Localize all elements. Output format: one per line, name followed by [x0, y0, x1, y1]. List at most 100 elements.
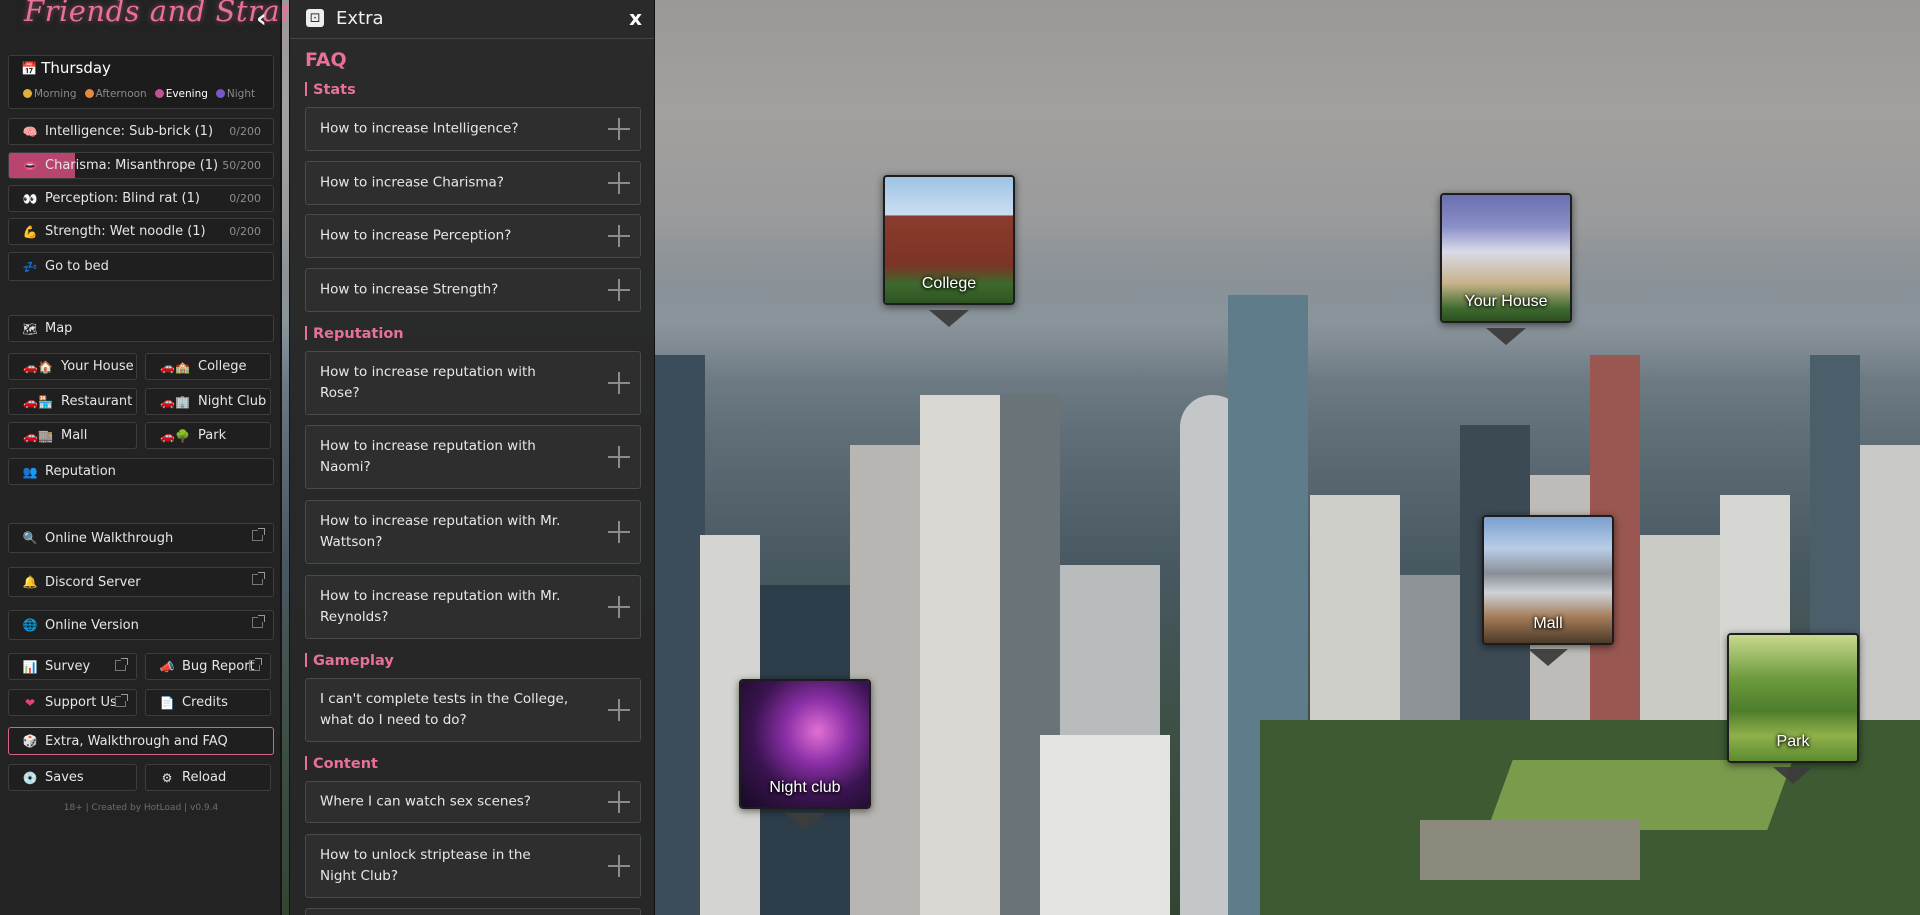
stat-label: Charisma: Misanthrope (1) — [45, 158, 219, 173]
expand-plus-icon[interactable] — [608, 279, 630, 301]
external-link-icon — [115, 694, 128, 707]
go-night-club-button[interactable]: 🚗🏢 Night Club — [145, 388, 271, 415]
location-card-college[interactable]: College — [883, 175, 1015, 305]
stat-label: Strength: Wet noodle (1) — [45, 224, 206, 239]
stat-perception[interactable]: 👀 Perception: Blind rat (1) 0/200 — [8, 185, 274, 212]
faq-item[interactable]: How to increase Perception? — [305, 214, 641, 258]
location-card-your-house[interactable]: Your House — [1440, 193, 1572, 323]
faq-item[interactable]: How to increase reputation with Rose? — [305, 351, 641, 415]
sleep-icon: 💤 — [22, 259, 38, 274]
stat-intelligence[interactable]: 🧠 Intelligence: Sub-brick (1) 0/200 — [8, 118, 274, 145]
credits-label: Credits — [182, 695, 228, 710]
magnifier-icon: 🔍 — [22, 531, 38, 545]
expand-plus-icon[interactable] — [608, 118, 630, 140]
section-content: Content — [305, 756, 378, 772]
location-card-park[interactable]: Park — [1727, 633, 1859, 763]
faq-item[interactable]: How to increase reputation with Naomi? — [305, 425, 641, 489]
stat-value: 50/200 — [222, 159, 261, 172]
game-title: Friends and Strangers — [24, 0, 366, 28]
go-park-button[interactable]: 🚗🌳 Park — [145, 422, 271, 449]
close-icon[interactable]: x — [629, 6, 642, 30]
location-label: Night Club — [198, 394, 267, 409]
dice-icon: ⚀ — [306, 9, 324, 27]
saves-label: Saves — [45, 770, 84, 785]
dice-icon: 🎲 — [22, 734, 38, 748]
online-walkthrough-link[interactable]: 🔍 Online Walkthrough — [8, 523, 274, 553]
expand-plus-icon[interactable] — [608, 172, 630, 194]
expand-plus-icon[interactable] — [608, 521, 630, 543]
faq-item[interactable]: How to increase reputation with Mr. Watt… — [305, 500, 641, 564]
day-label: Thursday — [41, 59, 111, 77]
support-us-label: Support Us — [45, 695, 117, 710]
expand-plus-icon[interactable] — [608, 225, 630, 247]
faq-item[interactable]: I can't complete tests in the College, w… — [305, 678, 641, 742]
location-label: Restaurant — [61, 394, 133, 409]
bug-report-link[interactable]: 📣 Bug Report — [145, 653, 271, 680]
faq-item[interactable]: How to increase Charisma? — [305, 161, 641, 205]
faq-item[interactable]: How to increase reputation with Mr. Reyn… — [305, 575, 641, 639]
faq-item[interactable]: Where I can watch sex scenes? — [305, 781, 641, 823]
expand-plus-icon[interactable] — [608, 596, 630, 618]
online-version-link[interactable]: 🌐 Online Version — [8, 610, 274, 640]
discord-server-link[interactable]: 🔔 Discord Server — [8, 567, 274, 597]
reputation-label: Reputation — [45, 464, 116, 479]
faq-item[interactable]: How to increase Intelligence? — [305, 107, 641, 151]
faq-question: How to unlock striptease in the Night Cl… — [320, 847, 531, 884]
location-label: College — [921, 275, 977, 292]
section-gameplay: Gameplay — [305, 653, 394, 669]
footer-credits: 18+ | Created by HotLoad | v0.9.4 — [63, 803, 219, 813]
stat-value: 0/200 — [229, 125, 261, 138]
location-label: College — [198, 359, 247, 374]
section-stats: Stats — [305, 82, 356, 98]
saves-button[interactable]: 💿 Saves — [8, 764, 137, 791]
faq-item[interactable]: How to unlock striptease in the Night Cl… — [305, 834, 641, 898]
expand-plus-icon[interactable] — [608, 372, 630, 394]
reputation-button[interactable]: 👥 Reputation — [8, 458, 274, 485]
calendar-icon: 📅 — [21, 62, 38, 77]
location-card-mall[interactable]: Mall — [1482, 515, 1614, 645]
credits-button[interactable]: 📄 Credits — [145, 689, 271, 716]
collapse-sidebar-icon[interactable]: ‹ — [256, 4, 267, 34]
bug-report-label: Bug Report — [182, 659, 255, 674]
go-mall-button[interactable]: 🚗🏬 Mall — [8, 422, 137, 449]
survey-link[interactable]: 📊 Survey — [8, 653, 137, 680]
time-period-morning: Morning — [23, 88, 77, 100]
time-period-label: Morning — [34, 88, 77, 100]
expand-plus-icon[interactable] — [608, 855, 630, 877]
day-name: 📅 Thursday — [21, 59, 111, 77]
time-period-dot-icon — [23, 89, 32, 98]
faq-item[interactable] — [305, 908, 641, 915]
expand-plus-icon[interactable] — [608, 699, 630, 721]
external-link-icon — [252, 528, 265, 541]
car-school-icon: 🚗🏫 — [160, 359, 190, 374]
faq-question: Where I can watch sex scenes? — [320, 793, 531, 810]
flexed-arm-icon: 💪 — [22, 224, 38, 239]
building — [920, 395, 1000, 915]
go-restaurant-button[interactable]: 🚗🏪 Restaurant — [8, 388, 137, 415]
go-to-bed-label: Go to bed — [45, 259, 109, 274]
expand-plus-icon[interactable] — [608, 791, 630, 813]
support-us-link[interactable]: ❤ Support Us — [8, 689, 137, 716]
car-house-icon: 🚗🏠 — [23, 359, 53, 374]
reload-label: Reload — [182, 770, 227, 785]
reload-button[interactable]: ⚙ Reload — [145, 764, 271, 791]
faq-question: How to increase reputation with Mr. Watt… — [320, 513, 561, 550]
city-map-background — [0, 0, 1920, 915]
car-building-icon: 🚗🏢 — [160, 394, 190, 409]
time-period-label: Afternoon — [95, 88, 147, 100]
stat-charisma[interactable]: 👄 Charisma: Misanthrope (1) 50/200 — [8, 152, 274, 179]
stat-label: Perception: Blind rat (1) — [45, 191, 200, 206]
stat-strength[interactable]: 💪 Strength: Wet noodle (1) 0/200 — [8, 218, 274, 245]
faq-question: How to increase Intelligence? — [320, 120, 519, 137]
people-icon: 👥 — [22, 464, 38, 479]
go-to-bed-button[interactable]: 💤 Go to bed — [8, 252, 274, 281]
location-card-night-club[interactable]: Night club — [739, 679, 871, 809]
map-button[interactable]: 🗺 Map — [8, 315, 274, 342]
faq-question: I can't complete tests in the College, w… — [320, 691, 569, 728]
globe-icon: 🌐 — [22, 618, 38, 632]
go-your-house-button[interactable]: 🚗🏠 Your House — [8, 353, 137, 380]
extra-faq-button[interactable]: 🎲 Extra, Walkthrough and FAQ — [8, 727, 274, 755]
expand-plus-icon[interactable] — [608, 446, 630, 468]
faq-item[interactable]: How to increase Strength? — [305, 268, 641, 312]
go-college-button[interactable]: 🚗🏫 College — [145, 353, 271, 380]
